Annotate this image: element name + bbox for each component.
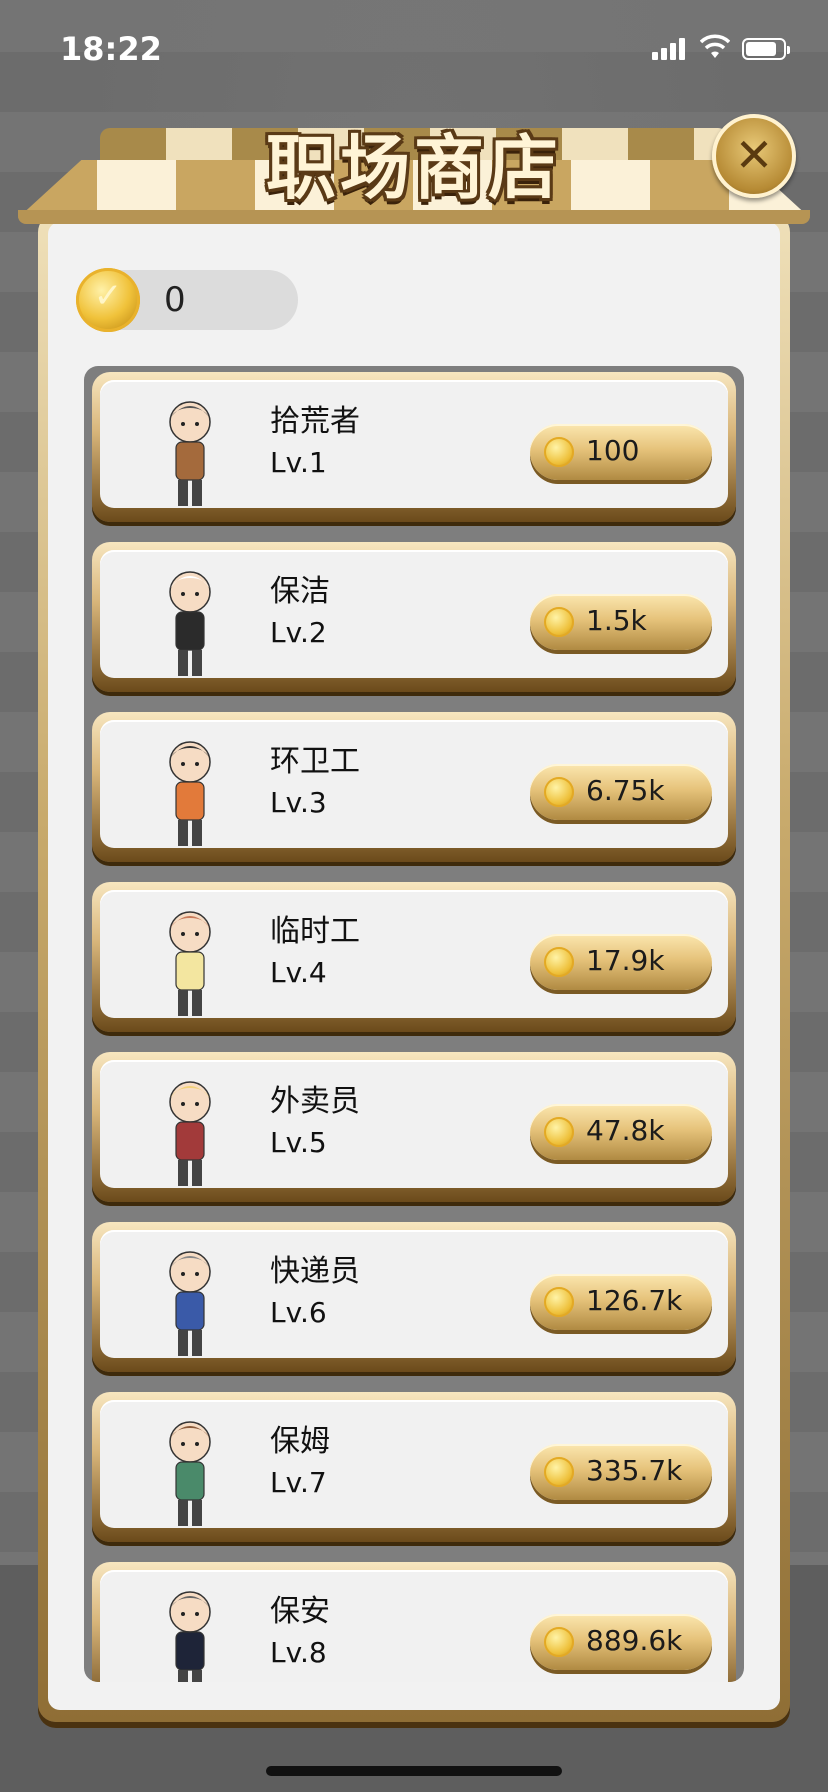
- item-card: 快递员 Lv.6 126.7k: [100, 1230, 728, 1358]
- character-avatar-icon: [169, 1591, 211, 1682]
- job-name: 保洁: [270, 574, 330, 609]
- item-card: 外卖员 Lv.5 47.8k: [100, 1060, 728, 1188]
- item-card: 保洁 Lv.2 1.5k: [100, 550, 728, 678]
- price-label: 47.8k: [586, 1114, 665, 1147]
- job-name: 环卫工: [270, 744, 360, 779]
- avatar-body: [175, 951, 205, 991]
- cellular-signal-icon: [652, 36, 688, 60]
- item-card: 保姆 Lv.7 335.7k: [100, 1400, 728, 1528]
- price-label: 126.7k: [586, 1284, 683, 1317]
- buy-button[interactable]: 889.6k: [530, 1614, 712, 1670]
- gold-coin-icon: [544, 1117, 574, 1147]
- job-list-item: 保安 Lv.8 889.6k: [92, 1562, 736, 1682]
- battery-icon: [742, 38, 790, 60]
- character-avatar-icon: [169, 1421, 211, 1526]
- buy-button[interactable]: 126.7k: [530, 1274, 712, 1330]
- job-level: Lv.8: [270, 1636, 327, 1669]
- price-label: 1.5k: [586, 604, 647, 637]
- price-label: 335.7k: [586, 1454, 683, 1487]
- status-bar: 18:22: [0, 0, 828, 100]
- avatar-body: [175, 1631, 205, 1671]
- gold-coin-icon: [544, 607, 574, 637]
- job-list[interactable]: 拾荒者 Lv.1 100 保洁 Lv.2 1.5k 环卫工 Lv.3 6.75k…: [84, 366, 744, 1682]
- character-avatar-icon: [169, 911, 211, 1016]
- price-label: 17.9k: [586, 944, 665, 977]
- price-label: 889.6k: [586, 1624, 683, 1657]
- buy-button[interactable]: 6.75k: [530, 764, 712, 820]
- job-name: 外卖员: [270, 1084, 360, 1119]
- buy-button[interactable]: 1.5k: [530, 594, 712, 650]
- price-label: 6.75k: [586, 774, 665, 807]
- job-list-item: 环卫工 Lv.3 6.75k: [92, 712, 736, 862]
- avatar-body: [175, 611, 205, 651]
- job-name: 拾荒者: [270, 404, 360, 439]
- shop-title: 职场商店: [266, 127, 562, 209]
- character-avatar-icon: [169, 401, 211, 506]
- job-name: 保安: [270, 1594, 330, 1629]
- item-card: 环卫工 Lv.3 6.75k: [100, 720, 728, 848]
- gold-coin-icon: [544, 1457, 574, 1487]
- job-list-item: 拾荒者 Lv.1 100: [92, 372, 736, 522]
- item-card: 保安 Lv.8 889.6k: [100, 1570, 728, 1682]
- item-card: 拾荒者 Lv.1 100: [100, 380, 728, 508]
- job-list-item: 保姆 Lv.7 335.7k: [92, 1392, 736, 1542]
- gold-coin-icon: [76, 268, 140, 332]
- buy-button[interactable]: 100: [530, 424, 712, 480]
- job-list-item: 保洁 Lv.2 1.5k: [92, 542, 736, 692]
- home-indicator[interactable]: [266, 1766, 562, 1776]
- wifi-icon: [700, 34, 730, 58]
- job-list-item: 外卖员 Lv.5 47.8k: [92, 1052, 736, 1202]
- character-avatar-icon: [169, 571, 211, 676]
- gold-coin-icon: [544, 1287, 574, 1317]
- gold-coin-icon: [544, 777, 574, 807]
- job-level: Lv.6: [270, 1296, 327, 1329]
- avatar-body: [175, 1461, 205, 1501]
- character-avatar-icon: [169, 1251, 211, 1356]
- job-list-item: 临时工 Lv.4 17.9k: [92, 882, 736, 1032]
- buy-button[interactable]: 47.8k: [530, 1104, 712, 1160]
- close-button[interactable]: ✕: [712, 114, 796, 198]
- price-label: 100: [586, 434, 640, 467]
- status-time: 18:22: [60, 30, 162, 68]
- coin-balance: 0: [164, 280, 186, 320]
- avatar-body: [175, 781, 205, 821]
- job-name: 保姆: [270, 1424, 330, 1459]
- job-list-item: 快递员 Lv.6 126.7k: [92, 1222, 736, 1372]
- buy-button[interactable]: 17.9k: [530, 934, 712, 990]
- job-level: Lv.3: [270, 786, 327, 819]
- buy-button[interactable]: 335.7k: [530, 1444, 712, 1500]
- avatar-body: [175, 1121, 205, 1161]
- job-level: Lv.5: [270, 1126, 327, 1159]
- job-level: Lv.2: [270, 616, 327, 649]
- character-avatar-icon: [169, 1081, 211, 1186]
- gold-coin-icon: [544, 947, 574, 977]
- job-name: 临时工: [270, 914, 360, 949]
- avatar-body: [175, 1291, 205, 1331]
- item-card: 临时工 Lv.4 17.9k: [100, 890, 728, 1018]
- gold-coin-icon: [544, 1627, 574, 1657]
- job-name: 快递员: [270, 1254, 360, 1289]
- job-level: Lv.1: [270, 446, 327, 479]
- gold-coin-icon: [544, 437, 574, 467]
- avatar-body: [175, 441, 205, 481]
- job-level: Lv.7: [270, 1466, 327, 1499]
- character-avatar-icon: [169, 741, 211, 846]
- job-level: Lv.4: [270, 956, 327, 989]
